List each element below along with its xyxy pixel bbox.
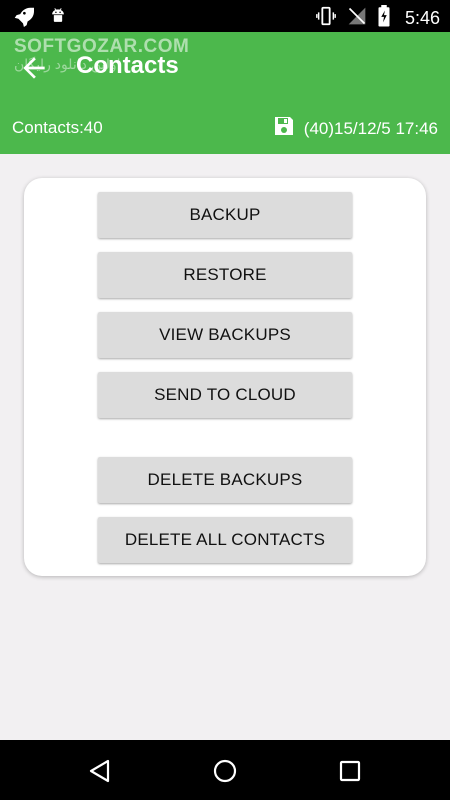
home-circle-icon bbox=[213, 759, 237, 783]
nav-home-button[interactable] bbox=[212, 758, 238, 784]
back-button[interactable] bbox=[18, 52, 50, 84]
contacts-count: Contacts:40 bbox=[12, 118, 103, 137]
nav-back-button[interactable] bbox=[87, 758, 113, 784]
vibrate-icon bbox=[315, 5, 337, 32]
status-bar: 5:46 bbox=[0, 0, 450, 32]
status-time: 5:46 bbox=[404, 8, 440, 28]
page-title: Contacts bbox=[76, 52, 179, 79]
rocket-icon bbox=[12, 5, 34, 32]
nav-recents-button[interactable] bbox=[337, 758, 363, 784]
last-backup-text: (40)15/12/5 17:46 bbox=[303, 118, 438, 138]
app-bar: SOFTGOZAR.COM اولین دانلود رایگان Contac… bbox=[0, 32, 450, 154]
android-icon bbox=[48, 5, 68, 32]
back-triangle-icon bbox=[89, 759, 110, 783]
delete-backups-button[interactable]: DELETE BACKUPS bbox=[98, 457, 352, 503]
restore-button[interactable]: RESTORE bbox=[98, 252, 352, 298]
no-signal-icon bbox=[347, 6, 367, 31]
backup-button[interactable]: BACKUP bbox=[98, 192, 352, 238]
floppy-disk-icon bbox=[272, 114, 296, 143]
last-backup-info: (40)15/12/5 17:46 bbox=[272, 114, 438, 143]
recents-square-icon bbox=[339, 760, 361, 782]
battery-charging-icon bbox=[377, 5, 391, 32]
arrow-back-icon bbox=[23, 57, 45, 79]
actions-card: BACKUP RESTORE VIEW BACKUPS SEND TO CLOU… bbox=[24, 178, 426, 576]
delete-all-contacts-button[interactable]: DELETE ALL CONTACTS bbox=[98, 517, 352, 563]
send-to-cloud-button[interactable]: SEND TO CLOUD bbox=[98, 372, 352, 418]
view-backups-button[interactable]: VIEW BACKUPS bbox=[98, 312, 352, 358]
navigation-bar bbox=[0, 740, 450, 800]
